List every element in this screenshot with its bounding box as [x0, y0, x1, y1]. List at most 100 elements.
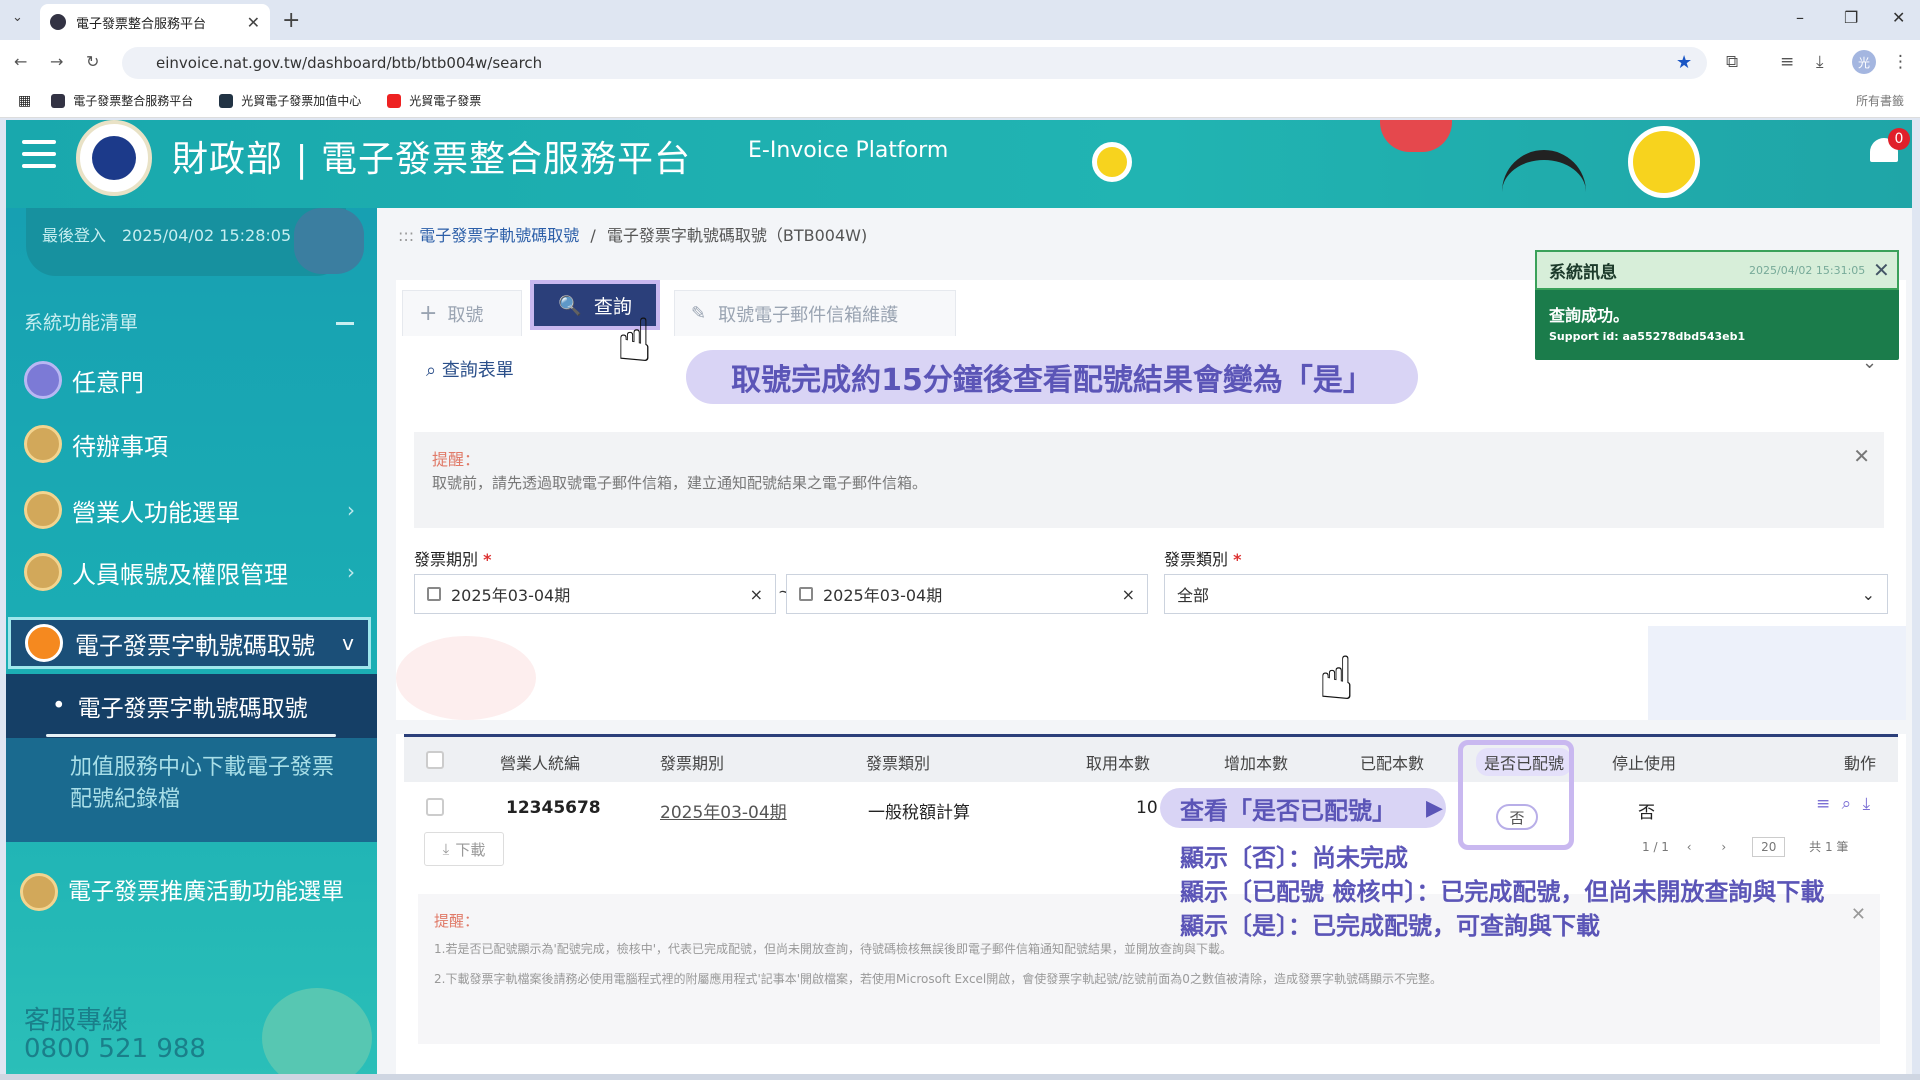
annotation-line: 顯示〔是〕：已完成配號，可查詢與下載: [1180, 912, 1600, 940]
ticket-decoration-icon: [1380, 120, 1452, 152]
close-icon[interactable]: ✕: [1853, 444, 1870, 468]
toast-message: 查詢成功。: [1549, 306, 1630, 325]
restore-icon[interactable]: ❐: [1844, 8, 1858, 27]
detail-list-icon[interactable]: ≡: [1816, 794, 1830, 814]
sidebar-item-business-menu[interactable]: 營業人功能選單 ›: [6, 480, 377, 540]
edit-icon: ✎: [691, 303, 707, 324]
download-button[interactable]: ⤓ 下載: [424, 832, 504, 866]
minimize-icon[interactable]: –: [1796, 8, 1804, 27]
next-page-icon[interactable]: ›: [1721, 840, 1726, 854]
site-title-en: E-Invoice Platform: [748, 138, 949, 163]
download-icon[interactable]: ⤓: [1816, 52, 1824, 72]
download-icon[interactable]: ⤓: [1863, 794, 1871, 814]
new-tab-button[interactable]: +: [282, 8, 300, 33]
notice-line: 2.下載發票字軌檔案後請務必使用電腦程式裡的附屬應用程式'記事本'開啟檔案，若使…: [434, 972, 1442, 986]
extensions-icon[interactable]: ⧉: [1726, 52, 1738, 72]
cell-stopped: 否: [1638, 803, 1655, 823]
prev-page-icon[interactable]: ‹: [1687, 840, 1692, 854]
hotline-number: 0800 521 988: [24, 1034, 206, 1064]
profile-avatar[interactable]: 光: [1852, 50, 1876, 74]
clear-icon[interactable]: ×: [750, 585, 763, 604]
close-tab-icon[interactable]: ✕: [247, 13, 260, 32]
notice-line: 1.若是否已配號顯示為'配號完成，檢核中'，代表已完成配號，但尚未開放查詢，待號…: [434, 942, 1233, 956]
close-window-icon[interactable]: ✕: [1892, 8, 1905, 27]
chevron-right-icon: ›: [347, 560, 355, 584]
search-icon: ⌕: [426, 360, 442, 381]
sidebar-item-todo[interactable]: 待辦事項: [6, 414, 377, 474]
toast-support-id: Support id: aa55278dbd543eb1: [1549, 330, 1746, 343]
breadcrumb-link[interactable]: 電子發票字軌號碼取號: [419, 226, 579, 245]
row-checkbox[interactable]: [426, 798, 444, 816]
browser-menu-icon[interactable]: ⋮: [1892, 52, 1909, 72]
notice-box: 提醒： 取號前，請先透過取號電子郵件信箱，建立通知配號結果之電子郵件信箱。 ✕: [414, 432, 1884, 528]
search-icon[interactable]: ⌕: [1842, 794, 1852, 814]
star-icon: [20, 873, 58, 911]
wifi-decoration-icon: [1502, 150, 1586, 206]
col-period: 發票期別: [660, 754, 725, 773]
sidebar-item-anydoor[interactable]: 任意門: [6, 350, 377, 410]
hamburger-menu-icon[interactable]: [22, 140, 56, 168]
cell-taken: 10: [1136, 798, 1158, 818]
tab-take-number[interactable]: + 取號: [402, 290, 522, 336]
map-icon: [24, 361, 62, 399]
coin-decoration-icon: [1628, 126, 1700, 198]
bookmark-item[interactable]: 電子發票整合服務平台: [51, 92, 193, 109]
breadcrumb-current: 電子發票字軌號碼取號（BTB004W): [606, 226, 868, 245]
period-from-field[interactable]: 2025年03-04期 ×: [414, 574, 776, 614]
chevron-down-icon: ⌄: [1861, 584, 1875, 604]
bookmark-item[interactable]: 光貿電子發票: [387, 92, 481, 109]
clear-icon[interactable]: ×: [1122, 585, 1135, 604]
ministry-logo: [76, 120, 152, 196]
decoration-illustration: [1648, 626, 1906, 720]
forward-icon[interactable]: →: [50, 52, 63, 71]
active-underline: [46, 734, 336, 737]
col-added: 增加本數: [1224, 754, 1289, 773]
annotation-callout: 取號完成約15分鐘後查看配號結果會變為「是」: [686, 350, 1418, 404]
toast-time: 2025/04/02 15:31:05: [1749, 264, 1866, 277]
total-count: 共 1 筆: [1809, 840, 1849, 854]
sidebar-item-invoice-track[interactable]: 電子發票字軌號碼取號 v: [8, 617, 371, 669]
highlight-box: [1458, 740, 1574, 850]
decoration-circle: [396, 636, 536, 720]
page-size-select[interactable]: 20: [1752, 837, 1786, 857]
submenu-item-download-log[interactable]: 加值服務中心下載電子發票配號紀錄檔: [70, 752, 350, 816]
col-stopped: 停止使用: [1612, 754, 1677, 773]
col-assigned: 已配本數: [1360, 754, 1425, 773]
close-icon[interactable]: ✕: [1851, 904, 1866, 925]
tab-search-icon[interactable]: ⌄: [12, 10, 23, 25]
tab-title: 電子發票整合服務平台: [76, 16, 207, 32]
notification-bell-icon[interactable]: 0: [1870, 128, 1910, 166]
browser-tab[interactable]: 電子發票整合服務平台 ✕: [40, 4, 270, 40]
star-icon: [24, 425, 62, 463]
select-all-checkbox[interactable]: [426, 751, 444, 769]
star-icon: [24, 553, 62, 591]
url-text: einvoice.nat.gov.tw/dashboard/btb/btb004…: [156, 54, 543, 72]
all-bookmarks[interactable]: 所有書籤: [1856, 92, 1904, 109]
bookmarks-bar: ▦ 電子發票整合服務平台 光貿電子發票加值中心 光貿電子發票 所有書籤: [0, 84, 1920, 118]
notice-heading: 提醒：: [432, 450, 481, 469]
arrow-right-icon: ▶: [1426, 796, 1443, 821]
star-icon: [24, 491, 62, 529]
bookmark-item[interactable]: 光貿電子發票加值中心: [219, 92, 361, 109]
bookmark-star-icon[interactable]: ★: [1676, 52, 1692, 73]
bottom-scrollbar[interactable]: [0, 1074, 1920, 1080]
chevron-down-icon[interactable]: ⌄: [1862, 352, 1877, 373]
coin-decoration-icon: [1092, 142, 1132, 182]
submenu-item-active[interactable]: • 電子發票字軌號碼取號: [6, 674, 377, 738]
period-to-field[interactable]: 2025年03-04期 ×: [786, 574, 1148, 614]
site-favicon-icon: [50, 14, 66, 30]
reload-icon[interactable]: ↻: [86, 52, 99, 71]
media-icon[interactable]: ≡: [1780, 52, 1794, 72]
cell-period-link[interactable]: 2025年03-04期: [660, 798, 787, 823]
url-bar[interactable]: einvoice.nat.gov.tw/dashboard/btb/btb004…: [122, 47, 1707, 79]
type-select[interactable]: 全部 ⌄: [1164, 574, 1888, 614]
close-icon[interactable]: ✕: [1873, 258, 1890, 282]
sidebar-item-promo[interactable]: 電子發票推廣活動功能選單: [6, 852, 377, 932]
sidebar-item-account-management[interactable]: 人員帳號及權限管理 ›: [6, 542, 377, 602]
tab-email-maintenance[interactable]: ✎ 取號電子郵件信箱維護: [674, 290, 956, 336]
back-icon[interactable]: ←: [14, 52, 27, 71]
apps-grid-icon[interactable]: ▦: [18, 93, 31, 109]
last-login-text: 最後登入 2025/04/02 15:28:05: [42, 226, 292, 245]
collapse-icon[interactable]: [336, 322, 354, 325]
cell-ban: 12345678: [506, 798, 601, 818]
